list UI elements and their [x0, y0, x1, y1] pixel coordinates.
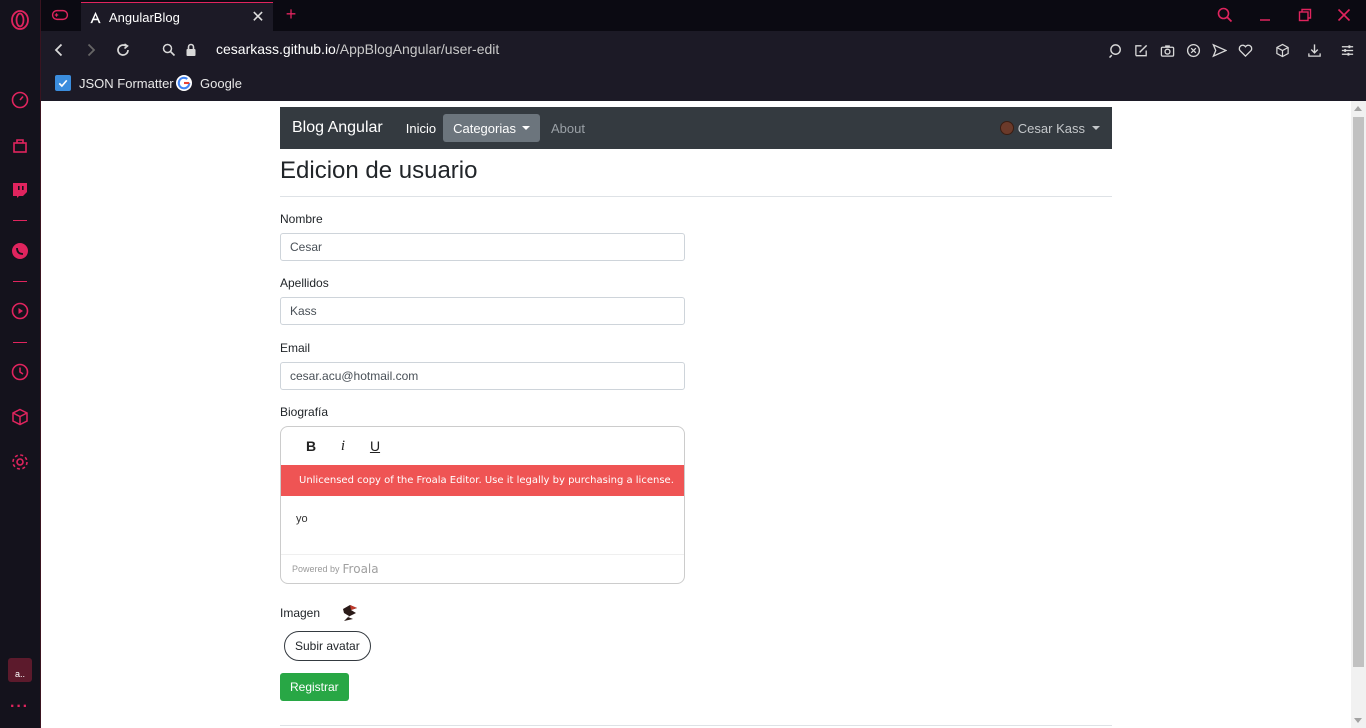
apellidos-label: Apellidos [280, 276, 329, 290]
opera-logo-icon[interactable] [8, 8, 32, 32]
biografia-editor: B i U Unlicensed copy of the Froala Edit… [280, 426, 685, 584]
scroll-thumb[interactable] [1353, 117, 1364, 667]
settings-gear-icon[interactable] [8, 450, 32, 474]
scroll-up-icon[interactable] [1354, 106, 1362, 111]
imagen-row: Imagen [280, 604, 360, 622]
avatar-thumbnail [343, 605, 358, 621]
back-icon[interactable] [49, 40, 69, 60]
address-bar: cesarkass.github.io/AppBlogAngular/user-… [41, 31, 1366, 69]
adblock-icon[interactable] [1184, 41, 1202, 59]
speed-dial-icon[interactable] [8, 88, 32, 112]
google-icon [176, 75, 192, 91]
froala-logo[interactable]: Froala [343, 562, 379, 576]
navbar-brand[interactable]: Blog Angular [292, 119, 383, 137]
easy-setup-icon[interactable] [1338, 41, 1356, 59]
heart-icon[interactable] [1236, 41, 1254, 59]
divider [280, 196, 1112, 197]
bookmark-json-formatter[interactable]: JSON Formatter [55, 75, 174, 91]
imagen-label: Imagen [280, 606, 321, 620]
scroll-down-icon[interactable] [1354, 718, 1362, 723]
send-icon[interactable] [1210, 41, 1228, 59]
opera-sidebar: a.. ··· [0, 0, 41, 728]
caret-down-icon [521, 126, 530, 130]
bookmark-google[interactable]: Google [176, 75, 242, 91]
restore-icon[interactable] [1293, 4, 1317, 26]
extension-cube-icon[interactable] [1273, 41, 1291, 59]
editor-footer: Powered by Froala [281, 554, 684, 583]
sidebar-divider [13, 220, 27, 221]
download-icon[interactable] [1305, 41, 1323, 59]
more-dots-icon[interactable]: ··· [10, 698, 29, 716]
tab-close-icon[interactable]: ✕ [251, 7, 265, 27]
nav-dropdown-label: Categorias [453, 120, 516, 136]
caret-down-icon [1092, 126, 1100, 130]
sidebar-divider [13, 342, 27, 343]
page-title: Edicion de usuario [280, 157, 478, 184]
share-edit-icon[interactable] [1132, 41, 1150, 59]
whatsapp-icon[interactable] [8, 239, 32, 263]
nav-link-about[interactable]: About [546, 114, 590, 142]
email-input[interactable]: cesar.acu@hotmail.com [280, 362, 685, 390]
license-warning: Unlicensed copy of the Froala Editor. Us… [281, 465, 684, 496]
url-host: cesarkass.github.io [216, 41, 336, 57]
editor-toolbar: B i U [281, 427, 684, 465]
shopping-bag-icon[interactable] [8, 133, 32, 157]
url-path: /AppBlogAngular/user-edit [335, 41, 500, 57]
twitch-icon[interactable] [8, 178, 32, 202]
reload-icon[interactable] [113, 40, 133, 60]
page-viewport: Blog Angular Inicio Categorias About Ces… [41, 101, 1351, 728]
user-name: Cesar Kass [1017, 120, 1085, 136]
new-tab-button[interactable]: + [281, 4, 301, 25]
nombre-label: Nombre [280, 212, 323, 226]
checkbox-icon [55, 75, 71, 91]
bookmark-label: JSON Formatter [79, 75, 174, 91]
nombre-input[interactable]: Cesar [280, 233, 685, 261]
lock-icon[interactable] [181, 40, 201, 60]
upload-avatar-button[interactable]: Subir avatar [284, 631, 371, 661]
site-navbar: Blog Angular Inicio Categorias About Ces… [280, 107, 1112, 149]
forward-icon[interactable] [81, 40, 101, 60]
divider [280, 725, 1112, 726]
avatar [999, 121, 1014, 135]
extensions-cube-icon[interactable] [8, 405, 32, 429]
tab-bar: AngularBlog ✕ + [41, 0, 1366, 31]
search-tabs-icon[interactable] [1213, 4, 1237, 26]
biografia-label: Biografía [280, 405, 329, 419]
submit-button[interactable]: Registrar [280, 673, 349, 701]
close-window-icon[interactable] [1332, 4, 1356, 26]
scrollbar[interactable] [1351, 101, 1366, 728]
history-clock-icon[interactable] [8, 360, 32, 384]
camera-snapshot-icon[interactable] [1158, 41, 1176, 59]
tab-title: AngularBlog [109, 9, 180, 25]
powered-by-text: Powered by [292, 564, 340, 574]
bookmark-label: Google [200, 75, 242, 91]
gamepad-icon[interactable] [49, 5, 71, 25]
site-search-icon[interactable] [159, 40, 179, 60]
nav-link-inicio[interactable]: Inicio [401, 114, 441, 142]
italic-button[interactable]: i [327, 431, 359, 461]
email-label: Email [280, 341, 311, 355]
user-menu[interactable]: Cesar Kass [999, 120, 1100, 136]
bold-button[interactable]: B [295, 431, 327, 461]
editor-content[interactable]: yo [281, 496, 684, 556]
minimize-icon[interactable] [1253, 4, 1277, 26]
active-tab[interactable]: AngularBlog ✕ [81, 2, 273, 31]
workspace-tile[interactable]: a.. [8, 658, 32, 682]
angular-favicon-icon [89, 10, 103, 24]
zoom-search-icon[interactable] [1107, 41, 1125, 59]
sidebar-divider [13, 281, 27, 282]
bookmarks-bar: JSON Formatter Google [41, 69, 1366, 101]
url-field[interactable]: cesarkass.github.io/AppBlogAngular/user-… [216, 41, 499, 57]
nav-dropdown-categorias[interactable]: Categorias [443, 114, 540, 142]
apellidos-input[interactable]: Kass [280, 297, 685, 325]
underline-button[interactable]: U [359, 431, 391, 461]
player-icon[interactable] [8, 299, 32, 323]
